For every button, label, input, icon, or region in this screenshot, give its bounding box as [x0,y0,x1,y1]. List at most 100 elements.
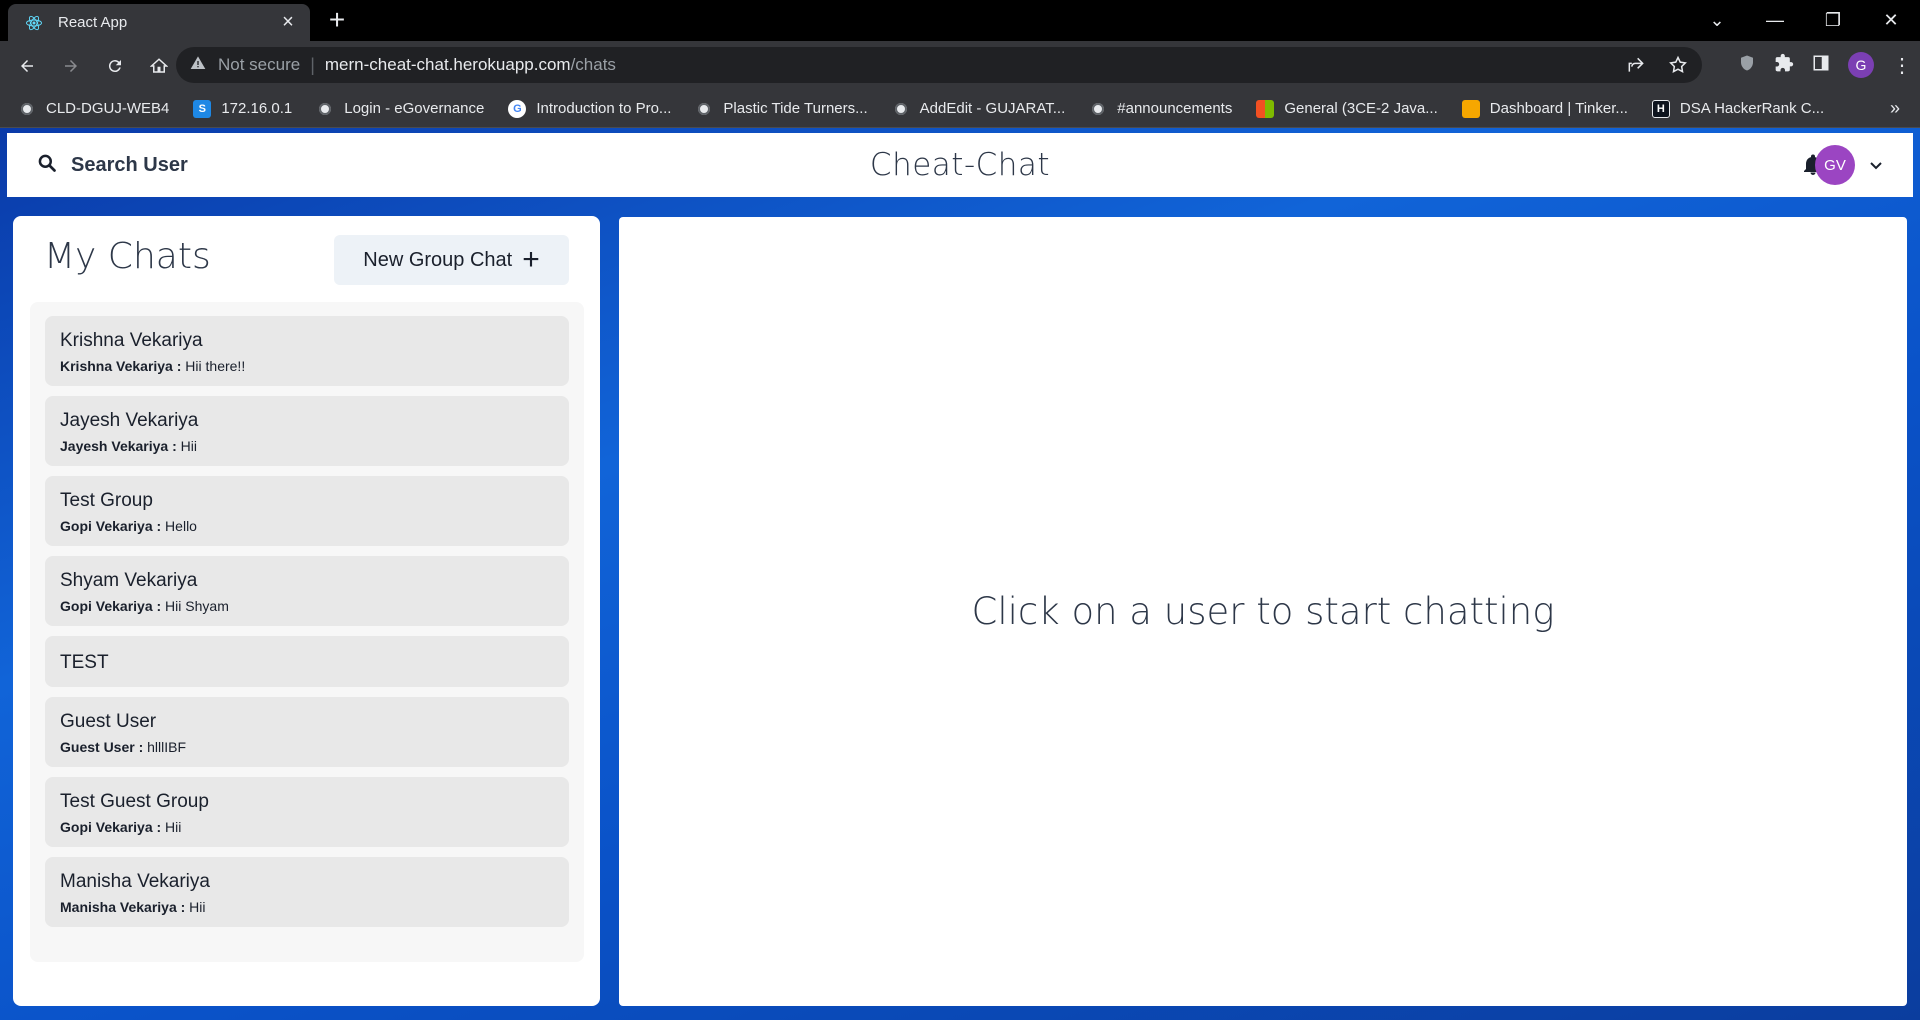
bookmark-label: Dashboard | Tinker... [1489,100,1628,117]
chat-list-item[interactable]: Krishna Vekariya Krishna Vekariya : Hii t… [45,316,569,386]
latest-message: Krishna Vekariya : Hii there!! [60,358,554,374]
globe-icon [891,99,910,118]
browser-tab[interactable]: React App × [8,4,310,41]
chat-list-item[interactable]: TEST [45,636,569,687]
chat-list-item[interactable]: Guest User Guest User : hlllIBF [45,697,569,767]
bookmark-item[interactable]: Dashboard | Tinker... [1461,99,1628,118]
latest-message: Gopi Vekariya : Hii [60,819,554,835]
shield-extension-icon[interactable] [1738,53,1756,78]
latest-message: Guest User : hlllIBF [60,739,554,755]
globe-icon [316,99,335,118]
latest-message-sender: Gopi Vekariya : [60,819,162,835]
latest-message-sender: Manisha Vekariya : [60,899,186,915]
bookmark-label: #announcements [1117,100,1233,117]
latest-message-sender: Krishna Vekariya : [60,358,182,374]
share-icon[interactable] [1626,55,1646,80]
reload-icon[interactable] [98,49,132,83]
url-host: mern-cheat-chat.herokuapp.com [324,55,571,74]
chat-list-item[interactable]: Test Group Gopi Vekariya : Hello [45,476,569,546]
chat-list-item[interactable]: Shyam Vekariya Gopi Vekariya : Hii Shyam [45,556,569,626]
browser-toolbar: Not secure | mern-cheat-chat.herokuapp.c… [0,41,1920,90]
bookmark-label: DSA HackerRank C... [1679,100,1825,117]
chat-name: Jayesh Vekariya [60,410,199,431]
chat-name: Test Guest Group [60,791,209,812]
browser-menu-icon[interactable]: ⋮ [1892,53,1912,78]
app-root: Search User Cheat-Chat GV My Chats New G… [0,128,1920,1020]
chat-name: Guest User [60,711,157,732]
latest-message: Gopi Vekariya : Hello [60,518,554,534]
bookmark-label: Login - eGovernance [344,100,485,117]
bookmark-label: Plastic Tide Turners... [723,100,868,117]
latest-message-sender: Jayesh Vekariya : [60,438,177,454]
globe-icon [18,99,36,118]
url-divider: | [310,54,315,75]
close-tab-icon[interactable]: × [274,11,302,34]
bookmarks-bar: CLD-DGUJ-WEB4 S 172.16.0.1 Login - eGoverna… [0,90,1920,128]
tab-search-icon[interactable]: ⌄ [1688,0,1746,41]
latest-message: Jayesh Vekariya : Hii [60,438,554,454]
latest-message-text: Hii Shyam [161,598,229,614]
new-tab-button[interactable]: + [322,6,352,36]
bookmark-item[interactable]: #announcements [1089,99,1233,118]
chat-name: Manisha Vekariya [60,871,210,892]
bookmark-label: AddEdit - GUJARAT... [919,100,1066,117]
bookmark-star-icon[interactable] [1668,55,1688,80]
microsoft-icon [1256,99,1275,118]
chat-window: Click on a user to start chatting [619,217,1907,1006]
side-panel-icon[interactable] [1812,54,1830,77]
browser-tab-bar: React App × + ⌄ — ❐ ✕ [0,0,1920,41]
extensions-puzzle-icon[interactable] [1774,53,1794,78]
hackerrank-icon: H [1651,99,1670,118]
latest-message-text: Hii [176,438,197,454]
chat-name: Shyam Vekariya [60,570,198,591]
bookmark-item[interactable]: AddEdit - GUJARAT... [891,99,1066,118]
back-icon[interactable] [10,49,44,83]
browser-profile-avatar[interactable]: G [1848,52,1874,78]
latest-message: Gopi Vekariya : Hii Shyam [60,598,554,614]
bookmark-label: CLD-DGUJ-WEB4 [46,100,170,117]
s-logo-icon: S [193,99,212,118]
bookmark-item[interactable]: S 172.16.0.1 [193,99,293,118]
close-window-icon[interactable]: ✕ [1862,0,1920,41]
forward-icon[interactable] [54,49,88,83]
restore-icon[interactable]: ❐ [1804,0,1862,41]
more-bookmarks-icon[interactable]: » [1890,98,1900,119]
latest-message-text: Hii there!! [181,358,246,374]
empty-state-message: Click on a user to start chatting [971,590,1555,633]
minimize-icon[interactable]: — [1746,0,1804,41]
address-bar[interactable]: Not secure | mern-cheat-chat.herokuapp.c… [176,47,1702,83]
latest-message-sender: Gopi Vekariya : [60,518,162,534]
user-avatar[interactable]: GV [1815,145,1855,185]
bookmark-label: Introduction to Pro... [536,100,672,117]
my-chats-panel: My Chats New Group Chat + Krishna Vekari… [13,216,600,1006]
bookmark-item[interactable]: Login - eGovernance [316,99,485,118]
bookmark-item[interactable]: H DSA HackerRank C... [1651,99,1825,118]
tinkercad-icon [1461,99,1480,118]
app-header: Search User Cheat-Chat GV [7,133,1913,197]
latest-message: Manisha Vekariya : Hii [60,899,554,915]
tab-title: React App [58,14,128,31]
chat-list: Krishna Vekariya Krishna Vekariya : Hii t… [30,302,584,962]
latest-message-text: Hii [185,899,206,915]
bookmark-label: 172.16.0.1 [221,100,293,117]
home-icon[interactable] [142,49,176,83]
new-group-chat-button[interactable]: New Group Chat + [334,235,569,285]
bookmark-item[interactable]: G Introduction to Pro... [508,99,672,118]
chat-list-item[interactable]: Manisha Vekariya Manisha Vekariya : Hii [45,857,569,927]
chat-list-item[interactable]: Jayesh Vekariya Jayesh Vekariya : Hii [45,396,569,466]
chat-name: Test Group [60,490,153,511]
latest-message-sender: Guest User : [60,739,144,755]
latest-message-sender: Gopi Vekariya : [60,598,162,614]
latest-message-text: Hello [161,518,197,534]
plus-icon: + [522,243,540,276]
bookmark-item[interactable]: Plastic Tide Turners... [695,99,868,118]
bookmark-item[interactable]: CLD-DGUJ-WEB4 [18,99,170,118]
security-label: Not secure [218,55,301,74]
latest-message-text: hlllIBF [143,739,187,755]
chat-list-item[interactable]: Test Guest Group Gopi Vekariya : Hii [45,777,569,847]
chevron-down-icon[interactable] [1869,158,1883,176]
bookmark-item[interactable]: General (3CE-2 Java... [1256,99,1438,118]
globe-icon [1089,99,1108,118]
chat-name: TEST [60,652,109,673]
bookmark-label: General (3CE-2 Java... [1284,100,1438,117]
